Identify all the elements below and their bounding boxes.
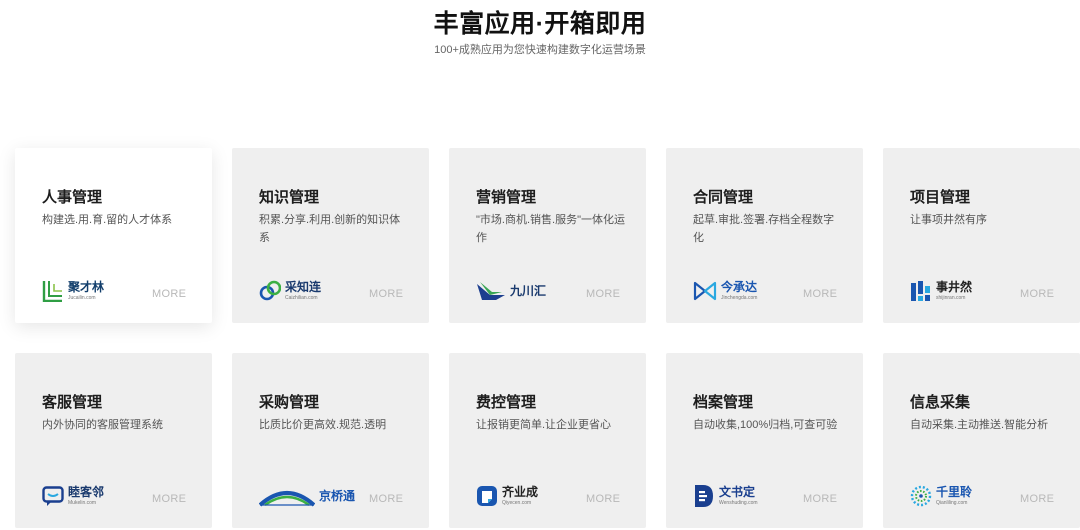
page-subtitle: 100+成熟应用为您快速构建数字化运营场景 [434, 44, 646, 56]
product-logo: 事井然 shijinran.com [910, 276, 972, 306]
card-desc: 积累.分享.利用.创新的知识体系 [259, 214, 401, 244]
logo-domain: Qiyecen.com [502, 500, 532, 506]
logo-name: 聚才林 [68, 280, 105, 294]
app-card-hr[interactable]: 人事管理 构建选.用.育.留的人才体系 聚才林 Jucailin.com MOR… [15, 148, 212, 323]
app-card-procurement[interactable]: 采购管理 比质比价更高效.规范.透明 京桥通 MORE [232, 353, 429, 528]
card-title: 档案管理 [693, 394, 754, 411]
logo-domain: Caizhilian.com [285, 295, 318, 301]
logo-domain: Mukelin.com [68, 500, 97, 506]
logo-name: 今承达 [721, 280, 758, 294]
bracket-l-icon [42, 281, 62, 302]
more-link[interactable]: MORE [803, 288, 837, 300]
card-title: 知识管理 [259, 189, 320, 206]
card-title: 信息采集 [910, 394, 971, 411]
card-desc: 自动采集.主动推送.智能分析 [910, 419, 1049, 431]
logo-domain: Wenshuding.com [719, 500, 758, 506]
more-link[interactable]: MORE [369, 288, 403, 300]
more-link[interactable]: MORE [152, 493, 186, 505]
more-link[interactable]: MORE [803, 493, 837, 505]
logo-domain: shijinran.com [936, 295, 966, 301]
card-desc: 自动收集,100%归档,可查可验 [693, 419, 838, 431]
app-card-knowledge[interactable]: 知识管理 积累.分享.利用.创新的知识体系 采知连 Caizhilian.com… [232, 148, 429, 323]
chat-bubble-icon [42, 486, 64, 506]
app-card-expense[interactable]: 费控管理 让报销更简单.让企业更省心 齐业成 Qiyecen.com MORE [449, 353, 646, 528]
rounded-square-icon [477, 486, 497, 506]
card-desc: 让报销更简单.让企业更省心 [476, 419, 612, 431]
logo-domain: Jucailin.com [68, 295, 96, 301]
logo-name: 睦客邻 [68, 485, 105, 499]
card-desc: "市场.商机.销售.服务"一体化运作 [476, 214, 625, 244]
logo-domain: Qianliling.com [936, 500, 968, 506]
card-title: 合同管理 [693, 189, 754, 206]
app-card-archive[interactable]: 档案管理 自动收集,100%归档,可查可验 文书定 Wenshuding.com… [666, 353, 863, 528]
card-title: 营销管理 [476, 189, 537, 206]
product-logo: 睦客邻 Mukelin.com [42, 481, 104, 511]
page-title: 丰富应用·开箱即用 [433, 10, 647, 38]
product-logo: 京桥通 [259, 481, 355, 511]
logo-name: 文书定 [719, 485, 756, 499]
more-link[interactable]: MORE [1020, 288, 1054, 300]
more-link[interactable]: MORE [586, 288, 620, 300]
card-title: 采购管理 [259, 394, 320, 411]
logo-name: 齐业成 [502, 485, 539, 499]
more-link[interactable]: MORE [369, 493, 403, 505]
more-link[interactable]: MORE [152, 288, 186, 300]
product-logo: 千里聆 Qianliling.com [910, 481, 972, 511]
card-title: 客服管理 [42, 394, 103, 411]
more-link[interactable]: MORE [586, 493, 620, 505]
card-title: 人事管理 [42, 189, 103, 206]
app-card-customer-service[interactable]: 客服管理 内外协同的客服管理系统 睦客邻 Mukelin.com MORE [15, 353, 212, 528]
product-logo: 采知连 Caizhilian.com [259, 276, 321, 306]
more-link[interactable]: MORE [1020, 493, 1054, 505]
card-desc: 起草.审批.签署.存档全程数字化 [693, 214, 835, 244]
product-logo: 齐业成 Qiyecen.com [476, 481, 538, 511]
app-grid: 人事管理 构建选.用.育.留的人才体系 聚才林 Jucailin.com MOR… [15, 148, 1080, 530]
product-logo: 九川汇 [476, 276, 546, 306]
card-desc: 比质比价更高效.规范.透明 [259, 419, 387, 431]
logo-name: 事井然 [936, 280, 973, 294]
app-card-project[interactable]: 项目管理 让事项井然有序 事井然 shijinran.com MORE [883, 148, 1080, 323]
product-logo: 今承达 Jinchengda.com [693, 276, 757, 306]
card-desc: 让事项井然有序 [910, 214, 987, 226]
bar-blocks-icon [911, 281, 930, 301]
product-logo: 聚才林 Jucailin.com [42, 276, 104, 306]
logo-name: 京桥通 [319, 488, 356, 503]
app-card-info-collection[interactable]: 信息采集 自动采集.主动推送.智能分析 千里聆 Qianliling.com M… [883, 353, 1080, 528]
card-title: 项目管理 [910, 189, 971, 206]
dotted-circle-icon [910, 485, 932, 507]
bird-wing-icon [477, 282, 505, 300]
logo-name: 九川汇 [510, 283, 547, 298]
letter-d-icon [695, 485, 713, 507]
linked-rings-icon [259, 280, 281, 301]
bowtie-icon [693, 281, 717, 301]
bridge-arc-icon [259, 491, 315, 507]
logo-name: 千里聆 [936, 485, 973, 499]
logo-name: 采知连 [285, 280, 322, 294]
app-card-contract[interactable]: 合同管理 起草.审批.签署.存档全程数字化 今承达 Jinchengda.com… [666, 148, 863, 323]
card-desc: 内外协同的客服管理系统 [42, 419, 163, 431]
logo-domain: Jinchengda.com [721, 295, 758, 301]
card-desc: 构建选.用.育.留的人才体系 [42, 214, 173, 226]
card-title: 费控管理 [476, 394, 537, 411]
product-logo: 文书定 Wenshuding.com [693, 481, 758, 511]
app-card-marketing[interactable]: 营销管理 "市场.商机.销售.服务"一体化运作 九川汇 MORE [449, 148, 646, 323]
